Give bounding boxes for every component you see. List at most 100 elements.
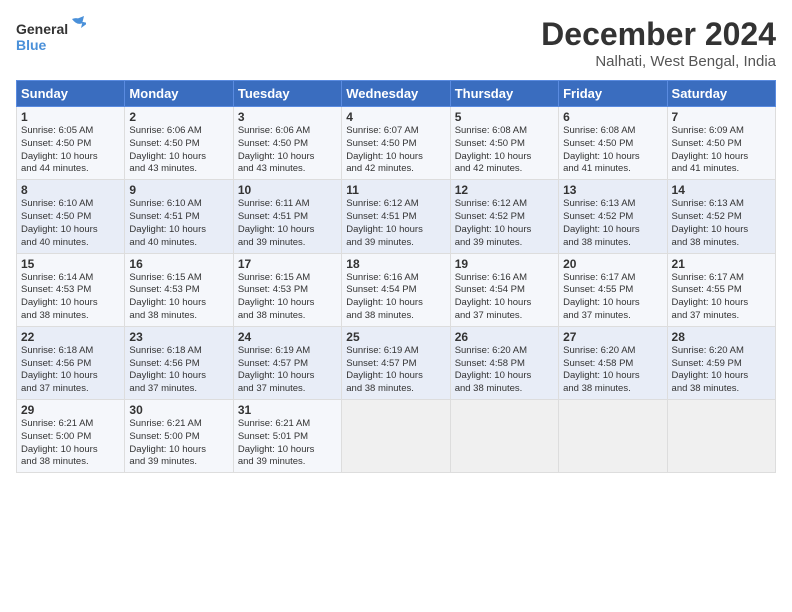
calendar-table: SundayMondayTuesdayWednesdayThursdayFrid… — [16, 80, 776, 473]
calendar-cell: 15Sunrise: 6:14 AM Sunset: 4:53 PM Dayli… — [17, 253, 125, 326]
day-number: 8 — [21, 183, 120, 197]
day-info: Sunrise: 6:21 AM Sunset: 5:00 PM Dayligh… — [129, 418, 228, 469]
day-number: 14 — [672, 183, 771, 197]
day-info: Sunrise: 6:21 AM Sunset: 5:01 PM Dayligh… — [238, 418, 337, 469]
calendar-cell: 20Sunrise: 6:17 AM Sunset: 4:55 PM Dayli… — [559, 253, 667, 326]
calendar-cell: 27Sunrise: 6:20 AM Sunset: 4:58 PM Dayli… — [559, 326, 667, 399]
day-number: 7 — [672, 110, 771, 124]
calendar-cell: 11Sunrise: 6:12 AM Sunset: 4:51 PM Dayli… — [342, 180, 450, 253]
day-number: 12 — [455, 183, 554, 197]
day-info: Sunrise: 6:12 AM Sunset: 4:51 PM Dayligh… — [346, 198, 445, 249]
weekday-header-thursday: Thursday — [450, 81, 558, 107]
weekday-header-monday: Monday — [125, 81, 233, 107]
day-number: 10 — [238, 183, 337, 197]
calendar-cell: 25Sunrise: 6:19 AM Sunset: 4:57 PM Dayli… — [342, 326, 450, 399]
day-number: 29 — [21, 403, 120, 417]
day-info: Sunrise: 6:06 AM Sunset: 4:50 PM Dayligh… — [238, 125, 337, 176]
calendar-cell — [342, 400, 450, 473]
day-info: Sunrise: 6:19 AM Sunset: 4:57 PM Dayligh… — [346, 345, 445, 396]
day-info: Sunrise: 6:14 AM Sunset: 4:53 PM Dayligh… — [21, 272, 120, 323]
weekday-header-tuesday: Tuesday — [233, 81, 341, 107]
day-number: 28 — [672, 330, 771, 344]
day-info: Sunrise: 6:06 AM Sunset: 4:50 PM Dayligh… — [129, 125, 228, 176]
day-number: 4 — [346, 110, 445, 124]
day-info: Sunrise: 6:20 AM Sunset: 4:58 PM Dayligh… — [455, 345, 554, 396]
day-number: 17 — [238, 257, 337, 271]
day-number: 26 — [455, 330, 554, 344]
day-info: Sunrise: 6:18 AM Sunset: 4:56 PM Dayligh… — [21, 345, 120, 396]
day-info: Sunrise: 6:20 AM Sunset: 4:59 PM Dayligh… — [672, 345, 771, 396]
calendar-cell: 18Sunrise: 6:16 AM Sunset: 4:54 PM Dayli… — [342, 253, 450, 326]
logo: General Blue — [16, 16, 86, 66]
calendar-cell: 5Sunrise: 6:08 AM Sunset: 4:50 PM Daylig… — [450, 107, 558, 180]
calendar-week-1: 1Sunrise: 6:05 AM Sunset: 4:50 PM Daylig… — [17, 107, 776, 180]
day-info: Sunrise: 6:05 AM Sunset: 4:50 PM Dayligh… — [21, 125, 120, 176]
day-info: Sunrise: 6:13 AM Sunset: 4:52 PM Dayligh… — [672, 198, 771, 249]
day-info: Sunrise: 6:16 AM Sunset: 4:54 PM Dayligh… — [455, 272, 554, 323]
calendar-cell: 2Sunrise: 6:06 AM Sunset: 4:50 PM Daylig… — [125, 107, 233, 180]
calendar-cell: 17Sunrise: 6:15 AM Sunset: 4:53 PM Dayli… — [233, 253, 341, 326]
calendar-cell: 3Sunrise: 6:06 AM Sunset: 4:50 PM Daylig… — [233, 107, 341, 180]
svg-text:General: General — [16, 21, 68, 37]
calendar-cell: 21Sunrise: 6:17 AM Sunset: 4:55 PM Dayli… — [667, 253, 775, 326]
calendar-week-5: 29 Sunrise: 6:21 AM Sunset: 5:00 PM Dayli… — [17, 400, 776, 473]
day-info: Sunrise: 6:13 AM Sunset: 4:52 PM Dayligh… — [563, 198, 662, 249]
day-number: 31 — [238, 403, 337, 417]
day-number: 16 — [129, 257, 228, 271]
calendar-cell — [450, 400, 558, 473]
day-number: 6 — [563, 110, 662, 124]
calendar-week-3: 15Sunrise: 6:14 AM Sunset: 4:53 PM Dayli… — [17, 253, 776, 326]
day-info: Sunrise: 6:10 AM Sunset: 4:51 PM Dayligh… — [129, 198, 228, 249]
day-number: 24 — [238, 330, 337, 344]
calendar-cell: 13Sunrise: 6:13 AM Sunset: 4:52 PM Dayli… — [559, 180, 667, 253]
day-info: Sunrise: 6:15 AM Sunset: 4:53 PM Dayligh… — [129, 272, 228, 323]
day-number: 20 — [563, 257, 662, 271]
logo-svg: General Blue — [16, 16, 86, 66]
day-info: Sunrise: 6:10 AM Sunset: 4:50 PM Dayligh… — [21, 198, 120, 249]
day-info: Sunrise: 6:17 AM Sunset: 4:55 PM Dayligh… — [672, 272, 771, 323]
day-number: 21 — [672, 257, 771, 271]
day-info: Sunrise: 6:12 AM Sunset: 4:52 PM Dayligh… — [455, 198, 554, 249]
day-number: 27 — [563, 330, 662, 344]
day-number: 18 — [346, 257, 445, 271]
day-info: Sunrise: 6:11 AM Sunset: 4:51 PM Dayligh… — [238, 198, 337, 249]
calendar-cell: 30Sunrise: 6:21 AM Sunset: 5:00 PM Dayli… — [125, 400, 233, 473]
calendar-cell: 26Sunrise: 6:20 AM Sunset: 4:58 PM Dayli… — [450, 326, 558, 399]
day-info: Sunrise: 6:09 AM Sunset: 4:50 PM Dayligh… — [672, 125, 771, 176]
calendar-cell: 4Sunrise: 6:07 AM Sunset: 4:50 PM Daylig… — [342, 107, 450, 180]
calendar-cell — [559, 400, 667, 473]
calendar-cell — [667, 400, 775, 473]
calendar-cell: 6Sunrise: 6:08 AM Sunset: 4:50 PM Daylig… — [559, 107, 667, 180]
day-info: Sunrise: 6:08 AM Sunset: 4:50 PM Dayligh… — [455, 125, 554, 176]
day-number: 30 — [129, 403, 228, 417]
calendar-cell: 10Sunrise: 6:11 AM Sunset: 4:51 PM Dayli… — [233, 180, 341, 253]
calendar-cell: 31Sunrise: 6:21 AM Sunset: 5:01 PM Dayli… — [233, 400, 341, 473]
day-info: Sunrise: 6:15 AM Sunset: 4:53 PM Dayligh… — [238, 272, 337, 323]
calendar-cell: 12Sunrise: 6:12 AM Sunset: 4:52 PM Dayli… — [450, 180, 558, 253]
weekday-header-saturday: Saturday — [667, 81, 775, 107]
day-number: 22 — [21, 330, 120, 344]
day-number: 1 — [21, 110, 120, 124]
calendar-cell: 19Sunrise: 6:16 AM Sunset: 4:54 PM Dayli… — [450, 253, 558, 326]
calendar-cell: 16Sunrise: 6:15 AM Sunset: 4:53 PM Dayli… — [125, 253, 233, 326]
day-info: Sunrise: 6:18 AM Sunset: 4:56 PM Dayligh… — [129, 345, 228, 396]
weekday-header-sunday: Sunday — [17, 81, 125, 107]
page-header: General Blue December 2024 Nalhati, West… — [16, 16, 776, 70]
day-info: Sunrise: 6:07 AM Sunset: 4:50 PM Dayligh… — [346, 125, 445, 176]
month-title: December 2024 — [541, 16, 776, 53]
day-info: Sunrise: 6:17 AM Sunset: 4:55 PM Dayligh… — [563, 272, 662, 323]
calendar-cell: 7Sunrise: 6:09 AM Sunset: 4:50 PM Daylig… — [667, 107, 775, 180]
day-number: 15 — [21, 257, 120, 271]
weekday-header-friday: Friday — [559, 81, 667, 107]
calendar-cell: 9Sunrise: 6:10 AM Sunset: 4:51 PM Daylig… — [125, 180, 233, 253]
day-number: 9 — [129, 183, 228, 197]
day-info: Sunrise: 6:16 AM Sunset: 4:54 PM Dayligh… — [346, 272, 445, 323]
svg-text:Blue: Blue — [16, 37, 47, 53]
calendar-week-2: 8Sunrise: 6:10 AM Sunset: 4:50 PM Daylig… — [17, 180, 776, 253]
day-number: 11 — [346, 183, 445, 197]
calendar-cell: 29Sunrise: 6:21 AM Sunset: 5:00 PM Dayli… — [17, 400, 125, 473]
day-number: 19 — [455, 257, 554, 271]
day-number: 13 — [563, 183, 662, 197]
day-info: Sunrise: 6:08 AM Sunset: 4:50 PM Dayligh… — [563, 125, 662, 176]
title-block: December 2024 Nalhati, West Bengal, Indi… — [541, 16, 776, 70]
